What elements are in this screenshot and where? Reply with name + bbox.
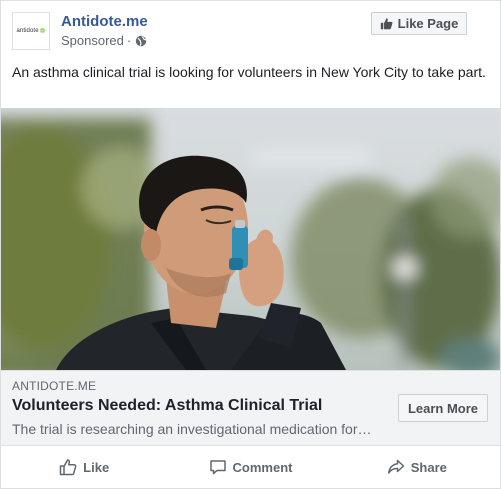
link-description: The trial is researching an investigatio… [12, 421, 372, 437]
page-name-link[interactable]: Antidote.me [61, 13, 148, 30]
logo-wordmark: antidote [16, 28, 39, 34]
learn-more-button[interactable]: Learn More [398, 394, 488, 422]
like-page-button[interactable]: Like Page [371, 12, 467, 35]
comment-bubble-icon [209, 460, 226, 475]
link-preview[interactable]: ANTIDOTE.ME Volunteers Needed: Asthma Cl… [1, 370, 500, 446]
share-button[interactable]: Share [334, 451, 500, 483]
comment-label: Comment [232, 459, 293, 475]
share-arrow-icon [387, 459, 404, 474]
action-bar: Like Comment Share [1, 446, 500, 488]
like-button[interactable]: Like [1, 451, 167, 483]
like-label: Like [83, 459, 110, 475]
globe-icon [136, 35, 147, 46]
ad-photo [1, 108, 500, 370]
share-label: Share [410, 459, 447, 475]
drop-icon: ❁ [39, 28, 46, 35]
page-logo[interactable]: antidote ❁ [12, 12, 50, 50]
post-message: An asthma clinical trial is looking for … [12, 64, 486, 80]
like-page-label: Like Page [397, 16, 459, 31]
sponsored-line: Sponsored · [61, 33, 147, 48]
thumbs-up-icon [380, 18, 393, 30]
link-domain: ANTIDOTE.ME [12, 379, 97, 393]
link-headline[interactable]: Volunteers Needed: Asthma Clinical Trial [12, 397, 322, 415]
sponsored-post: antidote ❁ Antidote.me Sponsored · Like … [0, 0, 501, 489]
sponsored-label[interactable]: Sponsored [61, 33, 124, 48]
separator-dot: · [126, 33, 132, 48]
post-header: antidote ❁ Antidote.me Sponsored · Like … [1, 1, 500, 57]
ad-image[interactable] [1, 108, 500, 370]
comment-button[interactable]: Comment [167, 451, 333, 483]
thumbs-up-outline-icon [59, 459, 77, 476]
